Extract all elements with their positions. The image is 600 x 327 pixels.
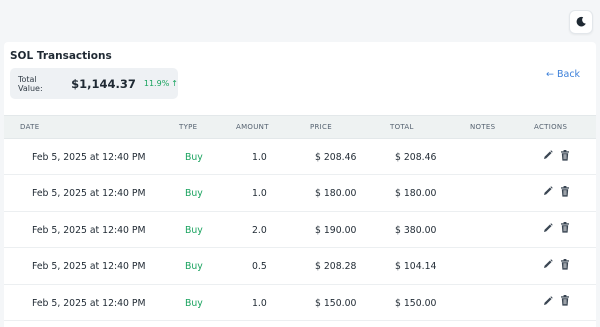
change-arrow-icon: ↑	[171, 79, 178, 88]
cell-amount: 1.0	[252, 297, 267, 309]
cell-total: $ 180.00	[395, 188, 437, 200]
cell-type: Buy	[185, 297, 203, 309]
pencil-icon[interactable]	[542, 295, 553, 307]
row-actions	[542, 222, 570, 234]
cell-type: Buy	[185, 224, 203, 236]
row-actions	[542, 149, 570, 161]
cell-price: $ 180.00	[315, 188, 357, 200]
pencil-icon[interactable]	[542, 222, 553, 234]
table-row: Feb 5, 2025 at 12:40 PM Buy 2.0 $ 190.00…	[4, 212, 596, 249]
total-value-summary: Total Value: $1,144.37 11.9% ↑	[10, 68, 178, 99]
transactions-table: DATE TYPE AMOUNT PRICE TOTAL NOTES ACTIO…	[4, 115, 596, 321]
total-value-amount: $1,144.37	[71, 76, 136, 91]
cell-type: Buy	[185, 188, 203, 200]
cell-amount: 1.0	[252, 188, 267, 200]
cell-date: Feb 5, 2025 at 12:40 PM	[32, 188, 146, 200]
column-header-price: PRICE	[310, 123, 332, 131]
column-header-notes: NOTES	[470, 123, 496, 131]
cell-date: Feb 5, 2025 at 12:40 PM	[32, 152, 146, 163]
cell-price: $ 208.28	[315, 261, 357, 273]
pencil-icon[interactable]	[542, 149, 553, 161]
row-actions	[542, 295, 570, 307]
theme-toggle-button[interactable]	[569, 10, 593, 34]
cell-amount: 1.0	[252, 152, 267, 163]
cell-date: Feb 5, 2025 at 12:40 PM	[32, 224, 146, 236]
trash-icon[interactable]	[559, 222, 570, 234]
row-actions	[542, 258, 570, 270]
cell-price: $ 150.00	[315, 297, 357, 309]
cell-date: Feb 5, 2025 at 12:40 PM	[32, 297, 146, 309]
column-header-actions: ACTIONS	[534, 123, 568, 131]
table-header: DATE TYPE AMOUNT PRICE TOTAL NOTES ACTIO…	[4, 115, 596, 139]
trash-icon[interactable]	[559, 149, 570, 161]
cell-price: $ 208.46	[315, 152, 357, 163]
table-row: Feb 5, 2025 at 12:40 PM Buy 1.0 $ 150.00…	[4, 285, 596, 321]
column-header-date: DATE	[20, 123, 40, 131]
cell-price: $ 190.00	[315, 224, 357, 236]
table-row: Feb 5, 2025 at 12:40 PM Buy 1.0 $ 208.46…	[4, 139, 596, 176]
trash-icon[interactable]	[559, 258, 570, 270]
moon-icon	[575, 13, 587, 32]
change-percent: 11.9%	[143, 79, 170, 88]
cell-amount: 2.0	[252, 224, 267, 236]
column-header-total: TOTAL	[390, 123, 414, 131]
cell-amount: 0.5	[252, 261, 267, 273]
cell-date: Feb 5, 2025 at 12:40 PM	[32, 261, 146, 273]
cell-type: Buy	[185, 152, 203, 163]
transactions-card: SOL Transactions Total Value: $1,144.37 …	[4, 42, 596, 327]
trash-icon[interactable]	[559, 295, 570, 307]
cell-type: Buy	[185, 261, 203, 273]
pencil-icon[interactable]	[542, 258, 553, 270]
table-row: Feb 5, 2025 at 12:40 PM Buy 1.0 $ 180.00…	[4, 175, 596, 212]
column-header-amount: AMOUNT	[236, 123, 269, 131]
table-row: Feb 5, 2025 at 12:40 PM Buy 0.5 $ 208.28…	[4, 248, 596, 285]
trash-icon[interactable]	[559, 185, 570, 197]
total-value-label: Total Value:	[18, 74, 43, 93]
cell-total: $ 208.46	[395, 152, 437, 163]
cell-total: $ 150.00	[395, 297, 437, 309]
row-actions	[542, 185, 570, 197]
column-header-type: TYPE	[179, 123, 198, 131]
back-link[interactable]: ← Back	[546, 69, 580, 80]
page-title: SOL Transactions	[10, 50, 112, 62]
cell-total: $ 104.14	[395, 261, 437, 273]
pencil-icon[interactable]	[542, 185, 553, 197]
cell-total: $ 380.00	[395, 224, 437, 236]
